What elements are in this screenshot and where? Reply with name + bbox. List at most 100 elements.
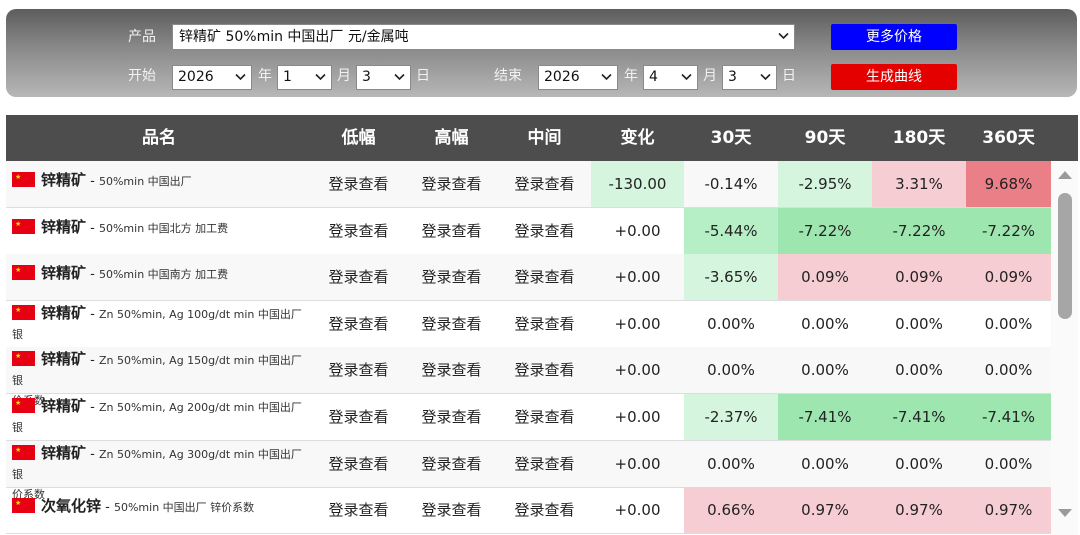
table-row[interactable]: ★ 锌精矿 - 50%min 中国出厂 登录查看 登录查看 登录查看 -130.00 -0.… bbox=[6, 161, 1051, 208]
header-180d[interactable]: 180天 bbox=[872, 115, 966, 161]
header-360d[interactable]: 360天 bbox=[966, 115, 1051, 161]
china-flag-icon: ★ bbox=[12, 444, 35, 460]
cell-high[interactable]: 登录查看 bbox=[405, 394, 498, 440]
cell-low[interactable]: 登录查看 bbox=[312, 208, 405, 254]
start-year-unit: 年 bbox=[258, 68, 272, 84]
cell-high[interactable]: 登录查看 bbox=[405, 208, 498, 254]
table-scrollbar[interactable] bbox=[1051, 161, 1078, 535]
china-flag-icon: ★ bbox=[12, 398, 35, 413]
cell-90d: 0.00% bbox=[801, 454, 849, 473]
table-row[interactable]: ★锌精矿 - Zn 50%min, Ag 200g/dt min 中国出厂 银价… bbox=[6, 394, 1051, 454]
table-row[interactable]: ★锌精矿 - Zn 50%min, Ag 150g/dt min 中国出厂 银价… bbox=[6, 347, 1051, 407]
name-separator: - bbox=[86, 353, 99, 369]
cell-mid[interactable]: 登录查看 bbox=[498, 254, 591, 300]
cell-change: +0.00 bbox=[614, 314, 661, 333]
generate-curve-button[interactable]: 生成曲线 bbox=[831, 64, 957, 90]
cell-30d: -2.37% bbox=[684, 394, 778, 440]
cell-180d: -7.22% bbox=[872, 207, 966, 254]
cell-360d: -7.22% bbox=[966, 207, 1051, 254]
scrollbar-thumb[interactable] bbox=[1058, 193, 1072, 319]
product-name: 锌精矿 bbox=[41, 217, 87, 236]
cell-180d: 0.00% bbox=[895, 361, 943, 380]
price-table-body: ★ 锌精矿 - 50%min 中国出厂 登录查看 登录查看 登录查看 -130.00 -0.… bbox=[6, 161, 1051, 535]
scroll-down-arrow-icon[interactable] bbox=[1058, 509, 1072, 517]
name-separator: - bbox=[86, 306, 99, 322]
end-year-unit: 年 bbox=[624, 68, 638, 84]
cell-high[interactable]: 登录查看 bbox=[405, 161, 498, 207]
cell-high[interactable]: 登录查看 bbox=[405, 441, 498, 487]
cell-low[interactable]: 登录查看 bbox=[312, 254, 405, 300]
cell-product-name[interactable]: ★ 锌精矿 - Zn 50%min, Ag 300g/dt min 中国出厂 银价… bbox=[6, 441, 312, 501]
start-month-unit: 月 bbox=[337, 68, 351, 84]
table-row[interactable]: ★ 次氧化锌 - 50%min 中国出厂 锌价系数 登录查看 登录查看 登录查看 +0.0… bbox=[6, 487, 1051, 535]
cell-low[interactable]: 登录查看 bbox=[312, 347, 405, 393]
product-name: 锌精矿 bbox=[41, 397, 87, 415]
cell-mid[interactable]: 登录查看 bbox=[498, 161, 591, 207]
header-low[interactable]: 低幅 bbox=[312, 115, 405, 161]
cell-mid[interactable]: 登录查看 bbox=[498, 301, 591, 347]
product-spec: 50%min 中国出厂 锌价系数 bbox=[113, 501, 255, 515]
product-name: 锌精矿 bbox=[41, 264, 87, 283]
cell-change: +0.00 bbox=[614, 268, 661, 287]
cell-high[interactable]: 登录查看 bbox=[405, 301, 498, 347]
cell-low[interactable]: 登录查看 bbox=[312, 487, 405, 533]
header-name[interactable]: 品名 bbox=[6, 115, 312, 161]
cell-product-name[interactable]: ★锌精矿 - Zn 50%min, Ag 200g/dt min 中国出厂 银价… bbox=[6, 394, 312, 454]
cell-product-name[interactable]: ★ 锌精矿 - 50%min 中国北方 加工费 bbox=[6, 208, 312, 254]
product-select[interactable]: 锌精矿 50%min 中国出厂 元/金属吨 bbox=[172, 24, 795, 50]
start-year-select[interactable]: 2026 bbox=[172, 65, 252, 90]
end-day-select[interactable]: 3 bbox=[722, 65, 777, 90]
product-spec: 50%min 中国出厂 bbox=[98, 175, 192, 188]
product-spec: 50%min 中国南方 加工费 bbox=[98, 268, 229, 282]
cell-high[interactable]: 登录查看 bbox=[405, 347, 498, 393]
name-separator: - bbox=[86, 267, 99, 283]
cell-product-name[interactable]: ★锌精矿 - Zn 50%min, Ag 100g/dt min 中国出厂 银价… bbox=[6, 301, 312, 361]
cell-mid[interactable]: 登录查看 bbox=[498, 347, 591, 393]
cell-low[interactable]: 登录查看 bbox=[312, 441, 405, 487]
cell-mid[interactable]: 登录查看 bbox=[498, 208, 591, 254]
end-year-value: 2026 bbox=[544, 69, 580, 85]
cell-low[interactable]: 登录查看 bbox=[312, 301, 405, 347]
cell-mid[interactable]: 登录查看 bbox=[498, 394, 591, 440]
cell-30d: 0.66% bbox=[684, 487, 778, 534]
header-high[interactable]: 高幅 bbox=[405, 115, 498, 161]
table-row[interactable]: ★ 锌精矿 - Zn 50%min, Ag 300g/dt min 中国出厂 银价… bbox=[6, 440, 1051, 501]
cell-360d: 0.00% bbox=[984, 314, 1033, 333]
cell-product-name[interactable]: ★锌精矿 - Zn 50%min, Ag 150g/dt min 中国出厂 银价… bbox=[6, 347, 312, 407]
table-row[interactable]: ★ 锌精矿 - 50%min 中国北方 加工费 登录查看 登录查看 登录查看 +0.00-… bbox=[6, 207, 1051, 255]
cell-360d: 0.97% bbox=[966, 487, 1051, 534]
cell-low[interactable]: 登录查看 bbox=[312, 394, 405, 440]
product-label: 产品 bbox=[128, 29, 156, 45]
cell-90d: -7.22% bbox=[778, 207, 872, 254]
table-row[interactable]: ★锌精矿 - Zn 50%min, Ag 100g/dt min 中国出厂 银价… bbox=[6, 301, 1051, 361]
cell-product-name[interactable]: ★ 锌精矿 - 50%min 中国出厂 bbox=[6, 161, 312, 207]
cell-360d: 9.68% bbox=[966, 161, 1051, 207]
cell-mid[interactable]: 登录查看 bbox=[498, 487, 591, 533]
scroll-up-arrow-icon[interactable] bbox=[1058, 171, 1072, 179]
start-month-select[interactable]: 1 bbox=[277, 65, 332, 90]
cell-low[interactable]: 登录查看 bbox=[312, 161, 405, 207]
cell-product-name[interactable]: ★ 次氧化锌 - 50%min 中国出厂 锌价系数 bbox=[6, 487, 312, 533]
cell-180d: -7.41% bbox=[872, 394, 966, 440]
cell-mid[interactable]: 登录查看 bbox=[498, 441, 591, 487]
price-table-header: 品名 低幅 高幅 中间 变化 30天 90天 180天 360天 bbox=[6, 115, 1051, 161]
cell-360d: 0.09% bbox=[966, 254, 1051, 301]
cell-high[interactable]: 登录查看 bbox=[405, 487, 498, 533]
end-year-select[interactable]: 2026 bbox=[538, 65, 618, 90]
cell-product-name[interactable]: ★ 锌精矿 - 50%min 中国南方 加工费 bbox=[6, 254, 312, 300]
header-change[interactable]: 变化 bbox=[591, 115, 684, 161]
end-month-select[interactable]: 4 bbox=[643, 65, 698, 90]
table-row[interactable]: ★ 锌精矿 - 50%min 中国南方 加工费 登录查看 登录查看 登录查看 +0.00-… bbox=[6, 254, 1051, 302]
cell-180d: 0.09% bbox=[872, 254, 966, 301]
start-day-select[interactable]: 3 bbox=[356, 65, 411, 90]
header-30d[interactable]: 30天 bbox=[684, 115, 778, 161]
more-prices-button[interactable]: 更多价格 bbox=[831, 24, 957, 50]
header-mid[interactable]: 中间 bbox=[498, 115, 591, 161]
chevron-down-icon bbox=[778, 32, 789, 40]
header-90d[interactable]: 90天 bbox=[778, 115, 872, 161]
cell-180d: 3.31% bbox=[872, 161, 966, 207]
cell-high[interactable]: 登录查看 bbox=[405, 254, 498, 300]
start-label: 开始 bbox=[128, 68, 156, 84]
chevron-down-icon bbox=[394, 73, 405, 81]
cell-change: +0.00 bbox=[614, 361, 661, 380]
